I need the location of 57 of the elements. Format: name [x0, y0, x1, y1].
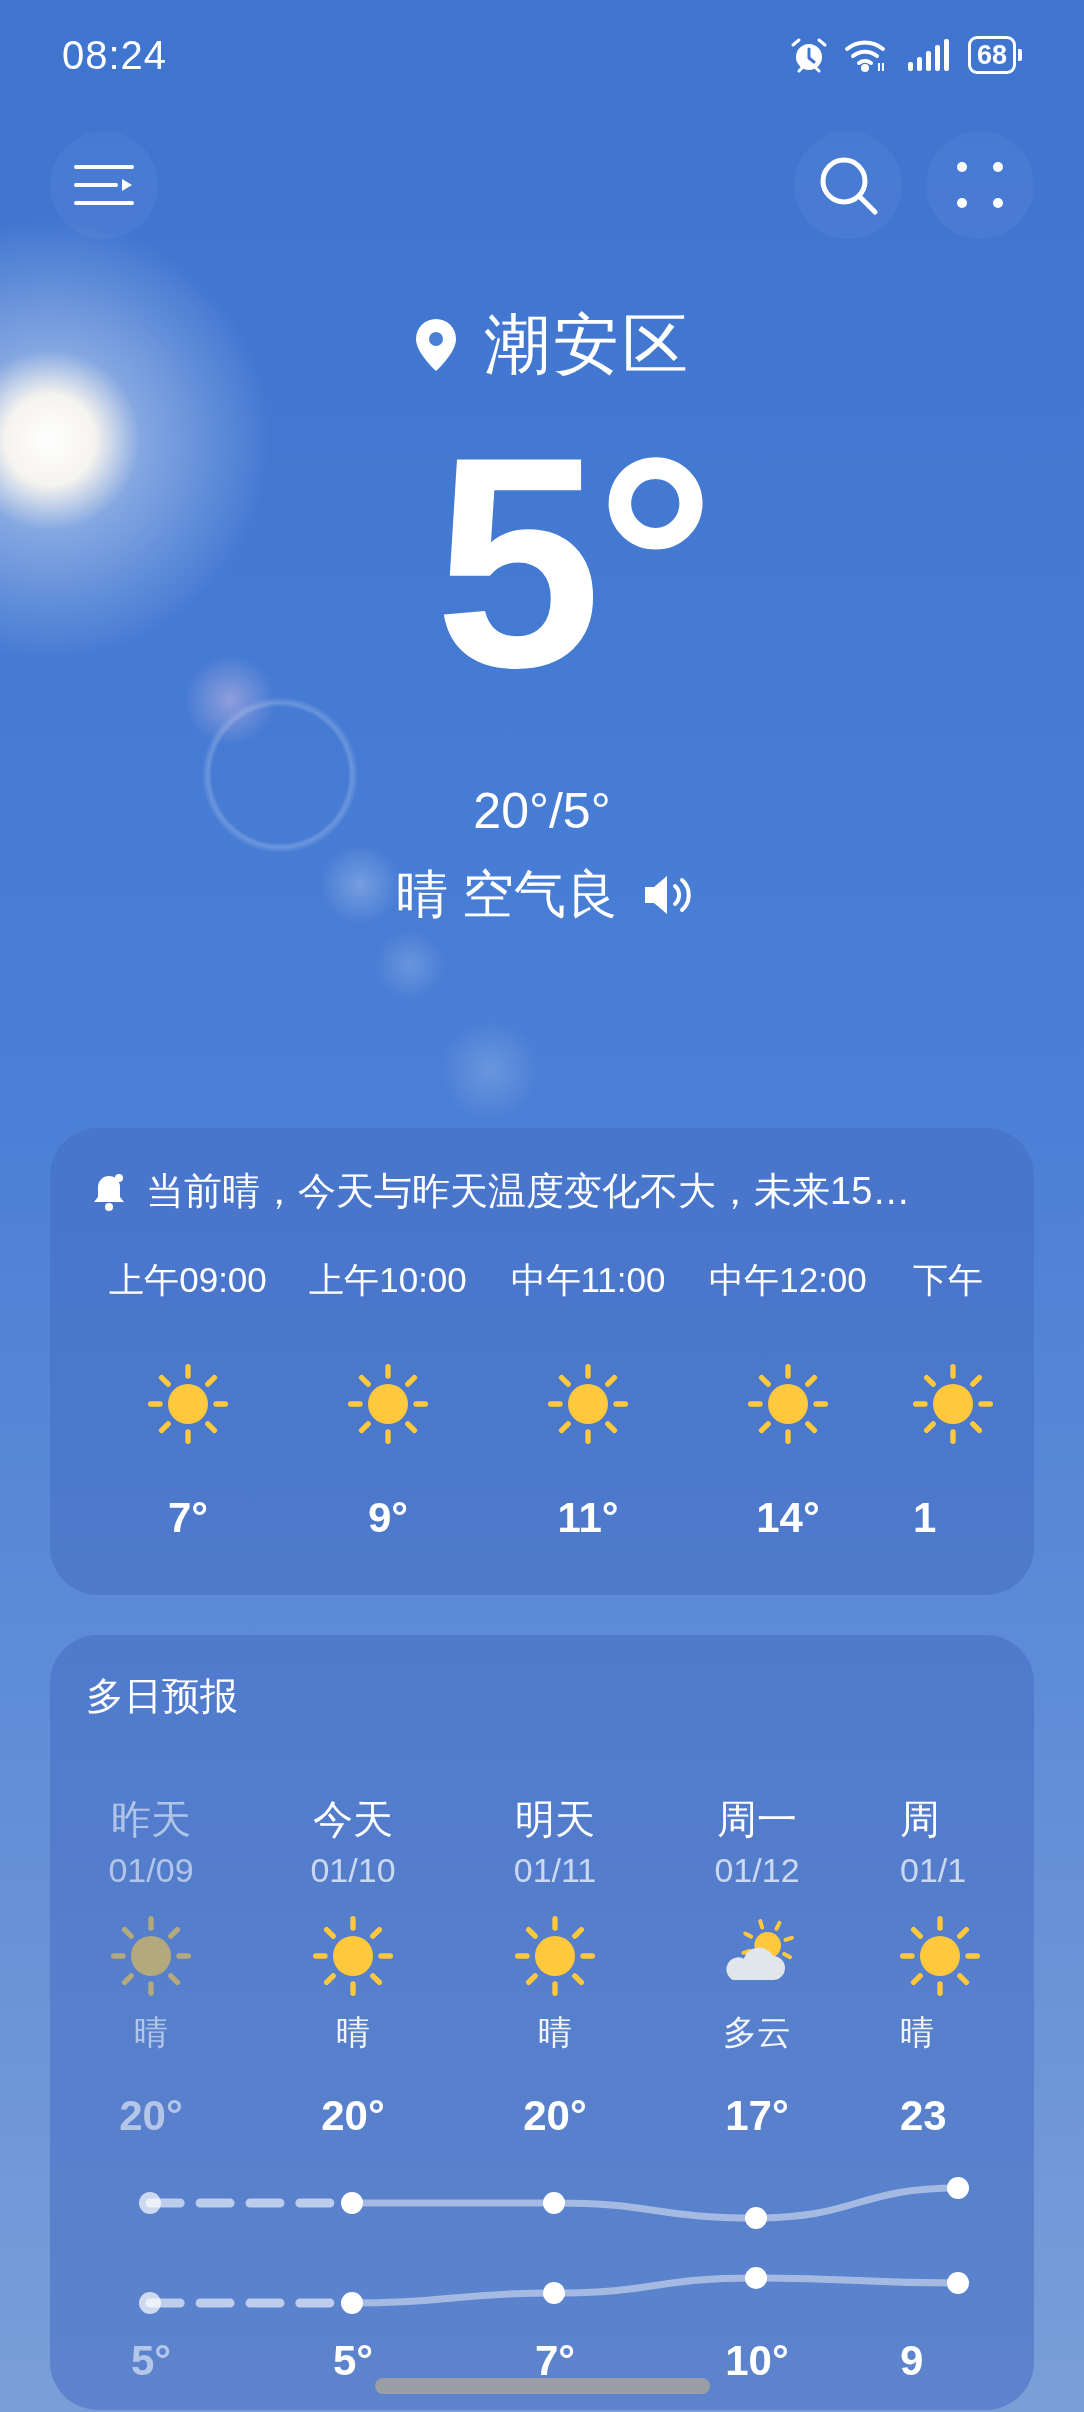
hour-time: 上午10:00	[309, 1259, 467, 1301]
weather-alert-text: 当前晴，今天与昨天温度变化不大，未来15…	[146, 1169, 911, 1214]
hour-temperature: 14°	[756, 1494, 820, 1542]
day-weather: 晴	[336, 2012, 370, 2053]
day-date: 01/09	[108, 1851, 194, 1890]
forecast-title: 多日预报	[86, 1674, 239, 1719]
hour-time: 下午	[913, 1259, 983, 1301]
low-temperature: 7°	[534, 2337, 576, 2385]
day-date: 01/12	[714, 1851, 800, 1890]
hour-temperature: 1	[913, 1494, 937, 1542]
sun-icon	[348, 1364, 428, 1444]
grid-dots-icon	[954, 159, 1006, 211]
bell-icon	[92, 1171, 126, 1212]
day-name: 今天	[313, 1796, 393, 1843]
sun-icon	[748, 1364, 828, 1444]
sun-icon	[515, 1916, 595, 1996]
high-temperature: 20°	[523, 2092, 587, 2140]
day-name: 昨天	[111, 1796, 191, 1843]
day-weather: 晴	[134, 2012, 168, 2053]
high-temperature: 23	[900, 2092, 947, 2140]
sun-icon	[548, 1364, 628, 1444]
day-date: 01/1	[900, 1851, 967, 1890]
hour-temperature: 9°	[367, 1494, 409, 1542]
sun-icon	[913, 1364, 993, 1444]
sun-icon	[313, 1916, 393, 1996]
low-temperature: 10°	[725, 2337, 789, 2385]
high-temperature: 20°	[321, 2092, 385, 2140]
day-name: 周	[900, 1796, 940, 1843]
high-temperature: 17°	[725, 2092, 789, 2140]
status-time: 08:24	[62, 32, 168, 78]
current-temperature: 5°	[434, 412, 710, 712]
hour-time: 中午11:00	[510, 1259, 666, 1301]
day-weather: 晴	[538, 2012, 572, 2053]
day-name: 周一	[717, 1796, 797, 1843]
day-name: 明天	[515, 1796, 595, 1843]
hour-time: 上午09:00	[109, 1259, 267, 1301]
hour-temperature: 7°	[167, 1494, 209, 1542]
sun-icon	[148, 1364, 228, 1444]
sun-icon	[111, 1916, 191, 1996]
low-temperature: 5°	[130, 2337, 172, 2385]
sun-icon	[900, 1916, 980, 1996]
weather-summary: 晴 空气良	[395, 864, 619, 925]
temperature-range: 20°/5°	[473, 782, 611, 840]
hour-time: 中午12:00	[709, 1259, 867, 1301]
alarm-icon	[789, 36, 828, 74]
location-name: 潮安区	[483, 306, 691, 383]
hour-temperature: 11°	[557, 1494, 619, 1542]
day-date: 01/11	[513, 1851, 597, 1890]
battery-level: 68	[967, 36, 1016, 74]
high-temperature: 20°	[119, 2092, 183, 2140]
location-pin-icon	[413, 317, 458, 373]
signal-icon	[905, 38, 952, 72]
low-temperature: 9	[900, 2337, 924, 2385]
day-weather: 晴	[900, 2012, 934, 2053]
day-date: 01/10	[310, 1851, 396, 1890]
day-weather: 多云	[723, 2012, 791, 2053]
low-temperature: 5°	[332, 2337, 374, 2385]
